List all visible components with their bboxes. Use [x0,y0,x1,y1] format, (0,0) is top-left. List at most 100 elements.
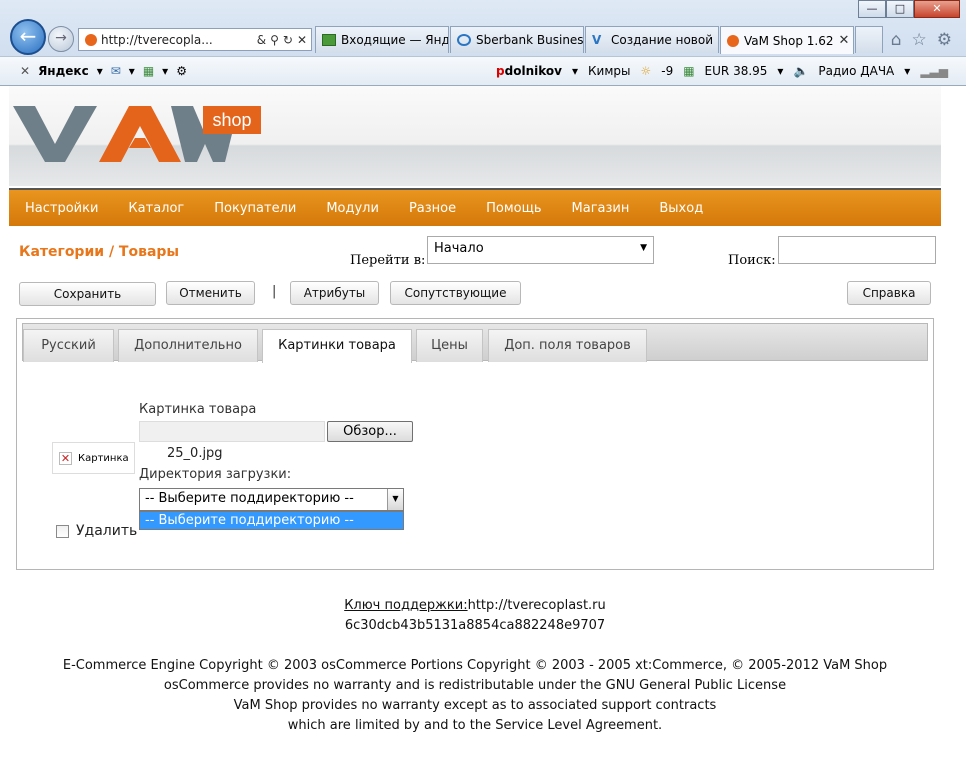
browser-tabs: Входящие — Янд... Sberbank Business... V… [315,26,884,54]
address-text: http://tverecopla... [101,32,213,47]
image-filename: 25_0.jpg [167,446,223,461]
support-key-hash: 6c30dcb43b5131a8854ca882248e9707 [344,618,606,633]
back-button[interactable]: ← [10,19,46,55]
address-bar[interactable]: http://tverecopla... & ⚲ ↻ ✕ [78,28,312,51]
page-title: Категории / Товары [19,244,180,260]
related-products-button[interactable]: Сопутствующие [390,281,521,305]
chevron-down-icon: ▼ [640,243,647,253]
broken-image-icon: ✕ [59,451,72,465]
chevron-down-icon[interactable]: ▼ [387,489,403,510]
tab-label: Входящие — Янд... [341,33,449,47]
save-button[interactable]: Сохранить [19,282,156,306]
delete-image-checkbox[interactable] [56,525,69,538]
cancel-button[interactable]: Отменить [166,281,255,305]
browser-tab-mail[interactable]: Входящие — Янд... [315,26,449,53]
v-icon: V [592,33,602,47]
chevron-down-icon[interactable]: ▾ [904,64,910,78]
radio-label[interactable]: Радио ДАЧА [818,64,894,78]
chevron-down-icon[interactable]: ▾ [129,64,135,78]
city-label[interactable]: Кимры [588,64,630,78]
browser-tab-create[interactable]: V Создание новой ... [585,26,719,53]
compat-icon[interactable]: & [257,33,266,47]
orange-dot-icon [727,34,739,47]
menu-item-shop[interactable]: Магазин [572,201,630,216]
mail-toolbar-icon[interactable]: ✉ [111,64,121,78]
copyright-line: E-Commerce Engine Copyright © 2003 osCom… [62,658,888,673]
speaker-icon[interactable]: 🔈 [793,64,808,78]
upload-dir-select[interactable]: -- Выберите поддиректорию -- ▼ [139,488,404,511]
goto-label: Перейти в: [350,253,426,268]
menu-item-catalog[interactable]: Каталог [128,201,184,216]
maximize-button[interactable]: □ [886,0,914,18]
gear-icon[interactable]: ⚙ [176,64,187,78]
gear-icon[interactable]: ⚙ [937,30,952,50]
stop-icon[interactable]: ✕ [297,33,307,47]
browser-tab-vamshop[interactable]: VaM Shop 1.62 ✕ [720,26,854,54]
ie-icon [457,34,471,46]
goto-select[interactable]: Начало ▼ [427,236,654,264]
tab-russian[interactable]: Русский [23,329,114,362]
weather-icon: ☼ [640,64,652,78]
tab-label: Sberbank Business... [476,33,584,47]
page: shop Настройки Каталог Покупатели Модули… [9,86,941,776]
new-tab-button[interactable] [855,26,883,53]
vamshop-logo[interactable]: shop [13,104,265,166]
user-name[interactable]: ppdolnikovdolnikov [496,64,562,78]
browse-button[interactable]: Обзор... [327,421,413,442]
tab-prices[interactable]: Цены [416,329,483,362]
search-icon[interactable]: ⚲ [270,33,279,47]
tab-extra-fields[interactable]: Доп. поля товаров [488,329,647,362]
window-controls: — □ ✕ [858,0,960,18]
close-tab-icon[interactable]: ✕ [839,33,850,48]
weather-value[interactable]: -9 [661,64,673,78]
upload-dir-value: -- Выберите поддиректорию -- [145,491,354,506]
site-favicon-icon [85,33,97,46]
menu-item-modules[interactable]: Модули [326,201,379,216]
chevron-down-icon[interactable]: ▾ [572,64,578,78]
product-image-thumbnail: ✕ Картинка [52,442,135,474]
sla-line: which are limited by and to the Service … [287,718,663,733]
translate-icon[interactable]: ▦ [143,64,154,78]
currency-value[interactable]: EUR 38.95 [705,64,768,78]
close-toolbar-icon[interactable]: ✕ [20,64,30,78]
minimize-button[interactable]: — [858,0,886,18]
support-key-url: http://tverecoplast.ru [467,598,606,613]
tab-additional[interactable]: Дополнительно [118,329,258,362]
home-icon[interactable]: ⌂ [891,30,902,50]
page-footer: Ключ поддержки:http://tverecoplast.ru 6c… [9,596,941,736]
chevron-down-icon[interactable]: ▾ [162,64,168,78]
upload-dir-label: Директория загрузки: [139,467,292,482]
chevron-down-icon[interactable]: ▾ [97,64,103,78]
product-panel: Русский Дополнительно Картинки товара Це… [16,318,934,570]
mail-icon [322,34,336,46]
product-tabs: Русский Дополнительно Картинки товара Це… [22,323,928,363]
tab-label: VaM Shop 1.62 [744,33,834,48]
file-path-input[interactable] [139,421,325,442]
menu-item-customers[interactable]: Покупатели [214,201,296,216]
address-tools: & ⚲ ↻ ✕ [257,33,311,47]
thumbnail-alt-text: Картинка [78,452,129,464]
refresh-icon[interactable]: ↻ [283,33,293,47]
browser-right-icons: ⌂ ☆ ⚙ [891,30,952,50]
chevron-down-icon[interactable]: ▾ [777,64,783,78]
upload-dir-option[interactable]: -- Выберите поддиректорию -- [139,511,404,530]
menu-item-settings[interactable]: Настройки [25,201,98,216]
help-button[interactable]: Справка [847,281,931,305]
search-input[interactable] [778,236,936,264]
menu-item-misc[interactable]: Разное [409,201,456,216]
svg-text:shop: shop [212,110,251,130]
yandex-toolbar: ✕ Яндекс ▾ ✉ ▾ ▦ ▾ ⚙ ppdolnikovdolnikov … [0,56,966,85]
signal-icon: ▂▃▅ [920,64,948,78]
delete-image-label: Удалить [76,523,138,539]
menu-item-logout[interactable]: Выход [659,201,703,216]
main-menu: Настройки Каталог Покупатели Модули Разн… [9,188,941,226]
menu-item-help[interactable]: Помощь [486,201,541,216]
tab-product-images[interactable]: Картинки товара [262,329,412,363]
yandex-logo[interactable]: Яндекс [38,64,89,78]
product-image-label: Картинка товара [139,402,257,417]
forward-button[interactable]: → [48,26,74,52]
close-window-button[interactable]: ✕ [914,0,960,18]
favorites-icon[interactable]: ☆ [912,30,927,50]
browser-tab-sberbank[interactable]: Sberbank Business... [450,26,584,53]
attributes-button[interactable]: Атрибуты [290,281,379,305]
